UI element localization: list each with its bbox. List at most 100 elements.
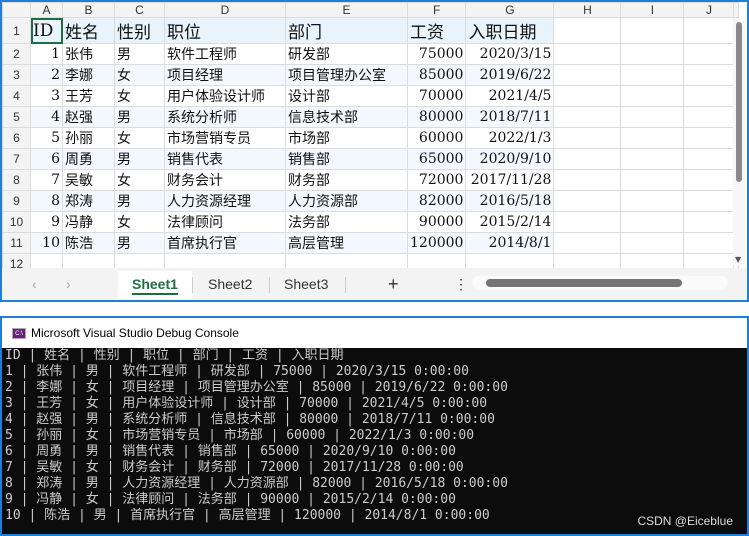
cell[interactable]: 男 <box>114 148 165 170</box>
cell[interactable]: 赵强 <box>62 106 115 128</box>
cell[interactable] <box>553 211 622 233</box>
row-header[interactable]: 7 <box>2 148 31 170</box>
cell[interactable]: 2 <box>30 64 63 86</box>
cell[interactable]: 2020/9/10 <box>465 148 555 170</box>
cell[interactable]: 4 <box>30 106 63 128</box>
row-header[interactable]: 9 <box>2 190 31 212</box>
cell[interactable]: 男 <box>114 43 165 65</box>
cell[interactable]: 系统分析师 <box>164 106 286 128</box>
cell[interactable]: 男 <box>114 232 165 254</box>
scroll-down-icon[interactable]: ▼ <box>735 255 741 264</box>
cell[interactable] <box>683 127 735 149</box>
cell[interactable]: 职位 <box>164 17 286 44</box>
column-header[interactable]: A <box>30 2 63 18</box>
cell[interactable]: 5 <box>30 127 63 149</box>
cell[interactable]: 吴敏 <box>62 169 115 191</box>
cell[interactable] <box>683 43 735 65</box>
cell[interactable]: 李娜 <box>62 64 115 86</box>
cell[interactable] <box>683 190 735 212</box>
cell[interactable]: 研发部 <box>285 43 408 65</box>
cell[interactable]: 女 <box>114 64 165 86</box>
tab-sheet2[interactable]: Sheet2 <box>194 271 266 299</box>
column-header[interactable]: J <box>683 2 735 18</box>
cell[interactable] <box>553 85 622 107</box>
cell[interactable] <box>553 127 622 149</box>
cell[interactable]: 女 <box>114 169 165 191</box>
cell[interactable] <box>683 148 735 170</box>
horizontal-scrollbar[interactable] <box>472 276 728 290</box>
cell[interactable]: 财务会计 <box>164 169 286 191</box>
cell[interactable]: 项目经理 <box>164 64 286 86</box>
cell[interactable] <box>553 169 622 191</box>
cell[interactable]: 2018/7/11 <box>465 106 555 128</box>
row-header[interactable]: 10 <box>2 211 31 233</box>
cell[interactable]: 90000 <box>406 211 467 233</box>
cell[interactable]: 冯静 <box>62 211 115 233</box>
cell[interactable] <box>553 232 622 254</box>
column-header[interactable]: D <box>164 2 286 18</box>
cell[interactable]: 3 <box>30 85 63 107</box>
cell[interactable]: 郑涛 <box>62 190 115 212</box>
cell[interactable]: 2017/11/28 <box>465 169 555 191</box>
cell[interactable]: 法律顾问 <box>164 211 286 233</box>
row-header[interactable]: 11 <box>2 232 31 254</box>
cell[interactable]: 85000 <box>406 64 467 86</box>
cell[interactable]: 性别 <box>114 17 165 44</box>
cell[interactable]: 8 <box>30 190 63 212</box>
scroll-thumb[interactable] <box>486 279 682 287</box>
cell[interactable]: 陈浩 <box>62 232 115 254</box>
cell[interactable]: 市场部 <box>285 127 408 149</box>
cell[interactable]: 10 <box>30 232 63 254</box>
cell[interactable] <box>683 106 735 128</box>
cell[interactable]: 信息技术部 <box>285 106 408 128</box>
select-all[interactable] <box>2 2 31 18</box>
cell[interactable]: 销售代表 <box>164 148 286 170</box>
column-header[interactable]: I <box>620 2 685 18</box>
cell[interactable]: 女 <box>114 211 165 233</box>
cell[interactable] <box>683 17 735 44</box>
cell[interactable]: 孙丽 <box>62 127 115 149</box>
cell[interactable]: 首席执行官 <box>164 232 286 254</box>
cell[interactable] <box>620 232 685 254</box>
cell[interactable] <box>683 85 735 107</box>
cell[interactable] <box>620 211 685 233</box>
cell[interactable]: 设计部 <box>285 85 408 107</box>
cell[interactable]: 2015/2/14 <box>465 211 555 233</box>
column-header[interactable]: F <box>406 2 467 18</box>
cell[interactable] <box>683 64 735 86</box>
cell[interactable]: 女 <box>114 127 165 149</box>
cell[interactable]: 65000 <box>406 148 467 170</box>
row-header[interactable]: 5 <box>2 106 31 128</box>
cell[interactable]: 2020/3/15 <box>465 43 555 65</box>
column-header[interactable]: G <box>465 2 555 18</box>
cell[interactable]: 销售部 <box>285 148 408 170</box>
row-header[interactable]: 8 <box>2 169 31 191</box>
column-header[interactable]: H <box>553 2 622 18</box>
next-sheet-button[interactable]: › <box>52 271 85 299</box>
tab-sheet3[interactable]: Sheet3 <box>270 271 342 299</box>
vertical-scrollbar[interactable]: ▼ <box>733 18 745 266</box>
cell[interactable]: 9 <box>30 211 63 233</box>
cell[interactable]: 男 <box>114 106 165 128</box>
column-header[interactable]: B <box>62 2 115 18</box>
cell[interactable] <box>620 85 685 107</box>
cell[interactable]: 张伟 <box>62 43 115 65</box>
cell[interactable]: 姓名 <box>62 17 115 44</box>
cell[interactable] <box>553 17 622 44</box>
add-sheet-button[interactable]: + <box>374 271 413 299</box>
cell[interactable] <box>683 169 735 191</box>
cell[interactable] <box>620 106 685 128</box>
cell[interactable]: 市场营销专员 <box>164 127 286 149</box>
cell[interactable]: 部门 <box>285 17 408 44</box>
cell[interactable]: 75000 <box>406 43 467 65</box>
cell[interactable]: 高层管理 <box>285 232 408 254</box>
cell[interactable]: 82000 <box>406 190 467 212</box>
cell[interactable]: 女 <box>114 85 165 107</box>
tab-sheet1[interactable]: Sheet1 <box>118 271 192 299</box>
cell[interactable]: 软件工程师 <box>164 43 286 65</box>
cell[interactable]: 入职日期 <box>465 17 555 44</box>
cell[interactable]: 70000 <box>406 85 467 107</box>
cell[interactable]: 2016/5/18 <box>465 190 555 212</box>
scroll-thumb[interactable] <box>736 22 742 182</box>
cell[interactable]: 80000 <box>406 106 467 128</box>
